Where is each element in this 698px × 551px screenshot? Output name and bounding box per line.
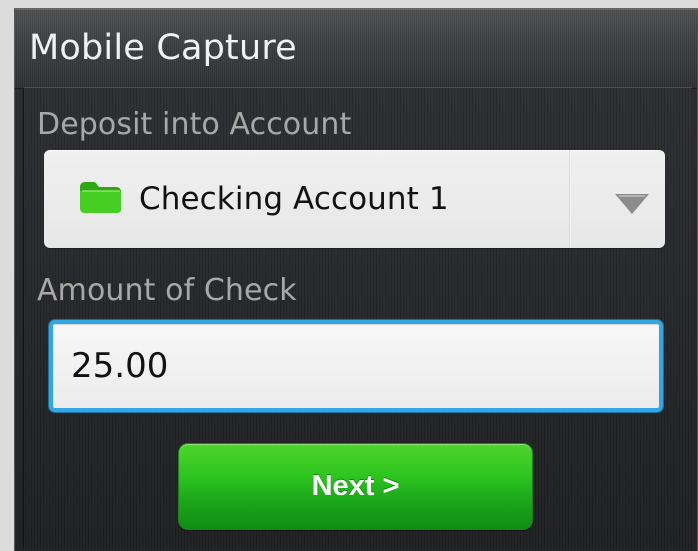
amount-of-check-label: Amount of Check (37, 273, 297, 308)
dropdown-separator (569, 150, 571, 248)
account-dropdown[interactable]: Checking Account 1 (44, 150, 665, 248)
selected-account-name: Checking Account 1 (139, 181, 449, 217)
chevron-down-icon[interactable] (613, 192, 651, 216)
mobile-capture-screen: Mobile Capture Deposit into Account Chec… (14, 8, 698, 551)
deposit-account-label: Deposit into Account (37, 107, 352, 142)
amount-input[interactable] (49, 320, 663, 412)
next-button-label: Next > (311, 470, 400, 502)
page-title: Mobile Capture (29, 28, 297, 68)
folder-icon (80, 182, 121, 213)
next-button[interactable]: Next > (178, 443, 533, 530)
title-bar: Mobile Capture (15, 10, 697, 89)
